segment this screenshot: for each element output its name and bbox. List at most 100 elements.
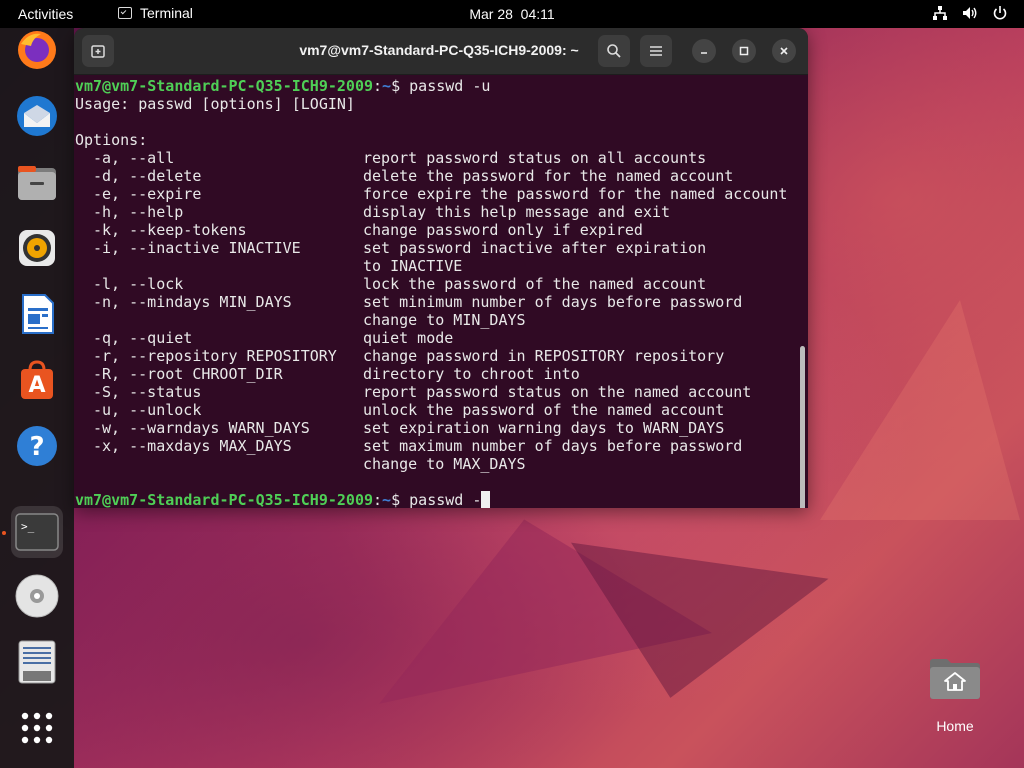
option-row: -i, --inactive INACTIVE set password inac…	[74, 239, 808, 257]
terminal-glyph: >_	[21, 520, 35, 533]
firefox-icon	[18, 31, 56, 69]
dock-item-terminal[interactable]: >_	[11, 506, 63, 558]
option-description: change password only if expired	[363, 221, 643, 239]
prompt-symbol: $	[391, 491, 410, 508]
option-flag: -h, --help	[93, 203, 184, 221]
prompt-user: vm7@vm7-Standard-PC-Q35-ICH9-2009	[75, 77, 374, 95]
dock: A ? >_	[0, 28, 74, 768]
thunderbird-icon	[17, 96, 57, 136]
app-center-icon: A	[21, 360, 53, 399]
option-description: display this help message and exit	[363, 203, 671, 221]
option-row: -l, --lock lock the password of the named…	[74, 275, 808, 293]
dock-item-app-center[interactable]: A	[11, 354, 63, 406]
option-flag: -S, --status	[93, 383, 202, 401]
power-icon[interactable]	[992, 5, 1008, 21]
dock-item-files[interactable]	[11, 156, 63, 208]
option-row: -R, --root CHROOT_DIR directory to chroot…	[74, 365, 808, 383]
terminal-header-bar[interactable]: vm7@vm7-Standard-PC-Q35-ICH9-2009: ~	[74, 28, 808, 75]
option-description: change password in REPOSITORY repository	[363, 347, 725, 365]
option-row: change to MAX_DAYS	[74, 455, 808, 473]
app-menu-label: Terminal	[140, 5, 193, 21]
maximize-button[interactable]	[732, 39, 756, 63]
show-apps-icon	[21, 712, 53, 744]
option-row: -w, --warndays WARN_DAYS set expiration w…	[74, 419, 808, 437]
option-flag: -x, --maxdays MAX_DAYS	[93, 437, 292, 455]
desktop-home-folder[interactable]: Home	[922, 654, 988, 734]
dock-item-writer[interactable]	[11, 288, 63, 340]
option-row: -x, --maxdays MAX_DAYS set maximum number…	[74, 437, 808, 455]
option-description: report password status on all accounts	[363, 149, 707, 167]
option-description: set expiration warning days to WARN_DAYS	[363, 419, 725, 437]
app-menu[interactable]: Terminal	[118, 5, 193, 21]
terminal-window[interactable]: vm7@vm7-Standard-PC-Q35-ICH9-2009: ~ vm7…	[74, 28, 808, 508]
top-bar: Activities Terminal Mar 28 04:11	[0, 0, 1024, 28]
dock-item-text-editor[interactable]	[11, 636, 63, 688]
option-description: change to MIN_DAYS	[363, 311, 526, 329]
terminal-icon: >_	[15, 513, 59, 551]
volume-icon[interactable]	[962, 5, 978, 21]
prompt-separator: :	[373, 77, 383, 95]
dock-item-cd-drive[interactable]	[11, 570, 63, 622]
wallpaper-shape	[551, 542, 829, 718]
option-row: -n, --mindays MIN_DAYS set minimum number…	[74, 293, 808, 311]
options-header: Options:	[75, 131, 148, 149]
option-description: lock the password of the named account	[363, 275, 707, 293]
option-description: force expire the password for the named …	[363, 185, 788, 203]
hamburger-menu-icon	[650, 46, 662, 56]
cd-drive-icon	[15, 574, 59, 618]
prompt-user: vm7@vm7-Standard-PC-Q35-ICH9-2009	[75, 491, 374, 508]
home-folder-label: Home	[936, 718, 974, 734]
option-row: -u, --unlock unlock the password of the n…	[74, 401, 808, 419]
option-row: -k, --keep-tokens change password only if…	[74, 221, 808, 239]
option-flag: -r, --repository REPOSITORY	[93, 347, 337, 365]
option-row: -a, --all report password status on all a…	[74, 149, 808, 167]
prompt-symbol: $	[391, 77, 410, 95]
scrollbar[interactable]	[800, 346, 805, 508]
terminal-output[interactable]: vm7@vm7-Standard-PC-Q35-ICH9-2009:~$ pas…	[74, 74, 808, 508]
minimize-icon	[701, 52, 707, 54]
option-row: to INACTIVE	[74, 257, 808, 275]
close-icon	[780, 47, 788, 55]
system-tray[interactable]	[932, 5, 1008, 21]
dock-item-rhythmbox[interactable]	[11, 222, 63, 274]
search-icon	[607, 44, 621, 58]
help-glyph: ?	[29, 432, 44, 462]
dock-item-help[interactable]: ?	[11, 420, 63, 472]
dock-item-thunderbird[interactable]	[11, 90, 63, 142]
menu-button[interactable]	[640, 35, 672, 67]
option-description: report password status on the named acco…	[363, 383, 752, 401]
minimize-button[interactable]	[692, 39, 716, 63]
terminal-app-icon	[118, 7, 132, 19]
option-description: to INACTIVE	[363, 257, 463, 275]
command-text: passwd -u	[409, 77, 491, 95]
option-flag: -k, --keep-tokens	[93, 221, 247, 239]
option-row: -h, --help display this help message and …	[74, 203, 808, 221]
option-row: -q, --quiet quiet mode	[74, 329, 808, 347]
option-flag: -n, --mindays MIN_DAYS	[93, 293, 292, 311]
prompt-line: vm7@vm7-Standard-PC-Q35-ICH9-2009:~$ pas…	[75, 77, 490, 95]
option-description: change to MAX_DAYS	[363, 455, 526, 473]
option-flag: -a, --all	[93, 149, 175, 167]
dock-item-firefox[interactable]	[11, 24, 63, 76]
clock-label[interactable]: Mar 28 04:11	[469, 6, 554, 22]
prompt-separator: :	[373, 491, 383, 508]
option-flag: -R, --root CHROOT_DIR	[93, 365, 283, 383]
option-row: -e, --expire force expire the password fo…	[74, 185, 808, 203]
prompt-line: vm7@vm7-Standard-PC-Q35-ICH9-2009:~$ pas…	[75, 491, 491, 508]
command-input[interactable]: passwd -	[409, 491, 481, 508]
window-title: vm7@vm7-Standard-PC-Q35-ICH9-2009: ~	[299, 42, 579, 58]
option-row: change to MIN_DAYS	[74, 311, 808, 329]
close-button[interactable]	[772, 39, 796, 63]
text-editor-icon	[18, 640, 56, 684]
search-button[interactable]	[598, 35, 630, 67]
dock-item-show-apps[interactable]	[11, 702, 63, 754]
text-cursor	[481, 491, 491, 508]
prompt-path: ~	[382, 491, 392, 508]
activities-button[interactable]: Activities	[18, 6, 73, 22]
running-indicator	[2, 531, 6, 535]
option-flag: -e, --expire	[93, 185, 202, 203]
new-tab-button[interactable]	[82, 35, 114, 67]
network-icon[interactable]	[932, 5, 948, 21]
wallpaper-shape	[820, 300, 1020, 520]
option-row: -r, --repository REPOSITORY change passwo…	[74, 347, 808, 365]
